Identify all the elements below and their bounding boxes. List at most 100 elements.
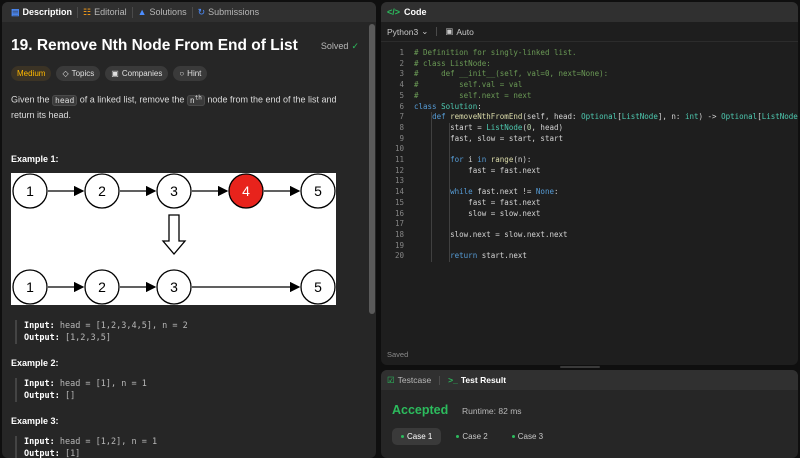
- code-line[interactable]: 7 def removeNthFromEnd(self, head: Optio…: [381, 112, 798, 123]
- language-label: Python3: [387, 26, 419, 37]
- code-line[interactable]: 9 fast, slow = start, start: [381, 134, 798, 145]
- input-label: Input:: [24, 378, 55, 389]
- flask-icon: ▲: [137, 7, 147, 17]
- language-select[interactable]: Python3 ⌄: [387, 26, 428, 37]
- code-panel: </> Code Python3 ⌄ ▣ Auto 1 # Definition …: [381, 2, 798, 365]
- line-number: 6: [399, 101, 404, 111]
- auto-mode-toggle[interactable]: ▣ Auto: [445, 26, 474, 37]
- case-tab-3[interactable]: Case 3: [503, 428, 552, 445]
- line-number: 11: [394, 155, 404, 164]
- tab-editorial-label: Editorial: [94, 7, 127, 17]
- title-row: 19. Remove Nth Node From End of List Sol…: [11, 37, 359, 55]
- input-label: Input:: [24, 436, 55, 447]
- tab-submissions[interactable]: ↻ Submissions: [193, 2, 265, 22]
- code-line[interactable]: 20 return start.next: [381, 251, 798, 262]
- code-line[interactable]: 19: [381, 241, 798, 252]
- code-line[interactable]: 8 start = ListNode(0, head): [381, 123, 798, 134]
- node-value: 5: [314, 279, 322, 295]
- code-panel-title: Code: [404, 7, 427, 17]
- code-line[interactable]: 1 # Definition for singly-linked list.: [381, 48, 798, 59]
- code-text: # def __init__(self, val=0, next=None):: [414, 69, 609, 79]
- tab-testcase-label: Testcase: [397, 375, 432, 385]
- code-line[interactable]: 12 fast = fast.next: [381, 166, 798, 177]
- code-line[interactable]: 14 while fast.next != None:: [381, 187, 798, 198]
- example-1-io: Input: head = [1,2,3,4,5], n = 2 Output:…: [15, 319, 359, 344]
- tab-solutions[interactable]: ▲ Solutions: [133, 2, 192, 22]
- verdict: Accepted: [392, 403, 449, 417]
- case-tab-1[interactable]: Case 1: [392, 428, 442, 445]
- tab-testcase[interactable]: ☑ Testcase: [387, 375, 431, 386]
- output-label: Output:: [24, 332, 60, 343]
- pass-dot-icon: [401, 435, 404, 438]
- desc-text: Given the: [11, 94, 53, 105]
- code-line[interactable]: 15 fast = fast.next: [381, 198, 798, 209]
- input-label: Input:: [24, 320, 55, 331]
- code-line[interactable]: 13: [381, 176, 798, 187]
- desc-text: of a linked list, remove the: [77, 94, 187, 105]
- case-label: Case 1: [407, 432, 433, 441]
- down-arrow: [161, 214, 187, 255]
- example-2-output: Output: []: [24, 390, 359, 402]
- example-3-input: Input: head = [1,2], n = 1: [24, 436, 359, 448]
- pass-dot-icon: [456, 435, 460, 438]
- code-line[interactable]: 10: [381, 144, 798, 155]
- code-line[interactable]: 5 # self.next = next: [381, 91, 798, 102]
- case-label: Case 2: [462, 432, 488, 441]
- description-tabs: ▤ Description ☷ Editorial ▲ Solutions ↻ …: [2, 2, 376, 22]
- example-1-input: Input: head = [1,2,3,4,5], n = 2: [24, 320, 359, 332]
- code-line[interactable]: 11 for i in range(n):: [381, 155, 798, 166]
- line-number: 17: [394, 219, 404, 229]
- vertical-resize-handle[interactable]: [560, 366, 600, 368]
- line-number: 1: [399, 48, 404, 57]
- example-1-output: Output: [1,2,3,5]: [24, 332, 359, 344]
- inline-code-n: nth: [186, 94, 205, 106]
- code-line[interactable]: 17: [381, 219, 798, 230]
- example-3-output: Output: [1]: [24, 448, 359, 458]
- code-editor[interactable]: 1 # Definition for singly-linked list. 2 # …: [381, 46, 798, 346]
- case-tabs: Case 1 Case 2 Case 3: [392, 428, 552, 445]
- companies-tag[interactable]: ▣ Companies: [105, 66, 169, 81]
- code-line[interactable]: 2 # class ListNode:: [381, 59, 798, 70]
- line-number: 13: [394, 176, 404, 186]
- code-line[interactable]: 4 # self.val = val: [381, 80, 798, 91]
- code-text: slow.next = slow.next.next: [414, 229, 568, 239]
- output-value: []: [59, 390, 76, 401]
- lightbulb-icon: ○: [179, 69, 185, 78]
- save-status: Saved: [387, 350, 409, 359]
- code-text: # class ListNode:: [414, 58, 491, 68]
- code-text: # self.val = val: [414, 80, 523, 90]
- terminal-icon: >_: [448, 375, 458, 385]
- case-label: Case 3: [517, 432, 544, 441]
- pass-dot-icon: [511, 435, 515, 438]
- lock-icon: ▣: [111, 69, 119, 78]
- difficulty-badge: Medium: [11, 66, 52, 81]
- line-number: 5: [399, 90, 404, 100]
- node-value: 3: [170, 279, 178, 295]
- solved-badge: Solved ✓: [321, 41, 359, 52]
- case-tab-2[interactable]: Case 2: [447, 428, 496, 445]
- problem-description: Given the head of a linked list, remove …: [11, 90, 359, 123]
- tab-editorial[interactable]: ☷ Editorial: [78, 2, 132, 22]
- companies-label: Companies: [121, 69, 163, 78]
- code-line[interactable]: 6 class Solution:: [381, 102, 798, 113]
- output-label: Output:: [24, 448, 60, 458]
- tab-test-result[interactable]: >_ Test Result: [448, 375, 506, 385]
- code-text: fast = fast.next: [414, 165, 541, 175]
- problem-title[interactable]: 19. Remove Nth Node From End of List: [11, 37, 298, 55]
- line-number: 4: [399, 80, 404, 90]
- code-text: while fast.next != None:: [450, 187, 559, 197]
- hint-tag[interactable]: ○ Hint: [173, 66, 208, 81]
- code-line[interactable]: 18 slow.next = slow.next.next: [381, 230, 798, 241]
- code-line[interactable]: 3 # def __init__(self, val=0, next=None):: [381, 69, 798, 80]
- tab-solutions-label: Solutions: [149, 7, 187, 17]
- result-panel: ☑ Testcase >_ Test Result Accepted Runti…: [381, 370, 798, 458]
- description-scrollbar[interactable]: [369, 24, 375, 314]
- code-text: fast = fast.next: [414, 197, 541, 207]
- code-line[interactable]: 16 slow = slow.next: [381, 209, 798, 220]
- output-label: Output:: [24, 390, 60, 401]
- output-value: [1]: [59, 448, 81, 458]
- topics-tag[interactable]: ◇ Topics: [56, 66, 101, 81]
- tab-description[interactable]: ▤ Description: [6, 2, 77, 22]
- code-text: def removeNthFromEnd(self, head: Optiona…: [432, 112, 798, 122]
- tab-submissions-label: Submissions: [208, 7, 260, 17]
